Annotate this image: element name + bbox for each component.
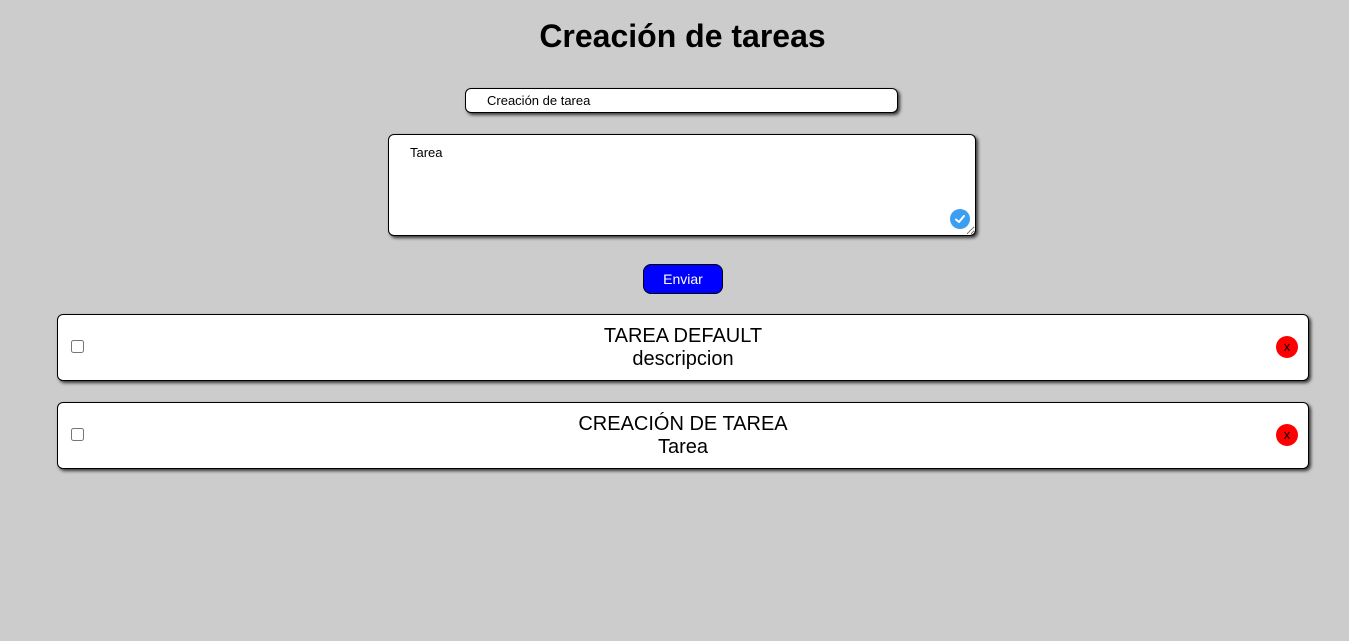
task-description: descripcion — [632, 348, 734, 370]
send-button[interactable]: Enviar — [643, 264, 723, 294]
delete-task-button[interactable]: x — [1276, 424, 1298, 446]
task-title: TAREA DEFAULT — [603, 325, 763, 347]
task-description: Tarea — [657, 436, 709, 458]
task-text: TAREA DEFAULT descripcion — [58, 325, 1308, 371]
task-text: CREACIÓN DE TAREA Tarea — [58, 413, 1308, 459]
checkmark-glyph — [955, 215, 965, 223]
task-title: CREACIÓN DE TAREA — [578, 413, 788, 435]
page-title: Creación de tareas — [539, 18, 826, 54]
delete-task-button[interactable]: x — [1276, 336, 1298, 358]
task-card: TAREA DEFAULT descripcion x — [57, 314, 1309, 381]
task-description-wrapper: Tarea — [388, 134, 976, 236]
page: Creación de tareas Tarea Enviar TAREA DE… — [0, 0, 1349, 641]
task-card: CREACIÓN DE TAREA Tarea x — [57, 402, 1309, 469]
task-description-textarea[interactable]: Tarea — [388, 134, 976, 236]
task-title-input[interactable] — [465, 88, 898, 113]
checkmark-circle-icon — [950, 209, 970, 229]
